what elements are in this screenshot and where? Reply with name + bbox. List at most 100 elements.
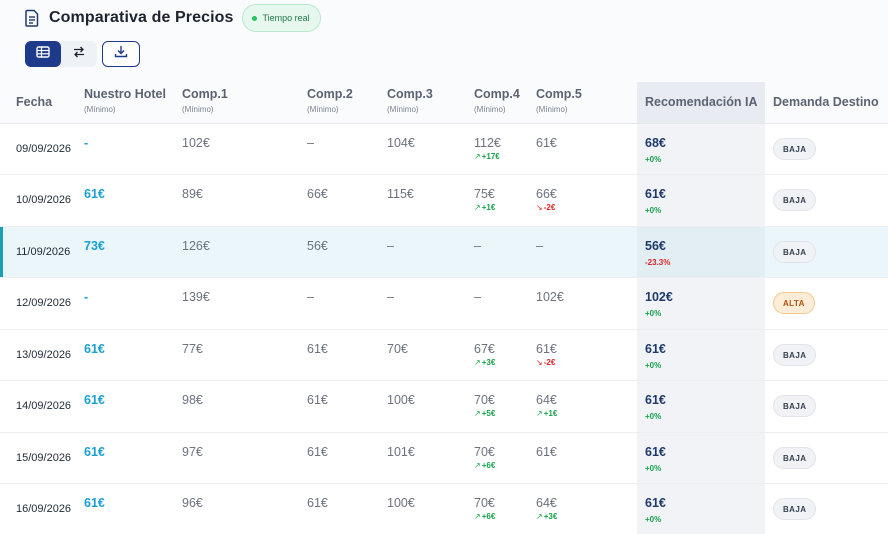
trend-up-icon: ↗ bbox=[474, 512, 481, 521]
col-header-comp3-sub: (Mínimo) bbox=[387, 105, 419, 114]
cell-comp4: 70€ ↗+5€ bbox=[474, 380, 536, 433]
cell-fecha: 09/09/2026 bbox=[0, 123, 84, 175]
price-delta-value: +17€ bbox=[481, 151, 500, 161]
price-delta: ↗+5€ bbox=[474, 409, 536, 418]
price-delta: ↗+6€ bbox=[474, 461, 536, 470]
cell-comp4: 67€ ↗+3€ bbox=[474, 329, 536, 381]
cell-comp5: 66€ ↘-2€ bbox=[536, 174, 637, 227]
table-row[interactable]: 09/09/2026-102€ –104€ 112€ ↗+17€ 61€ 68€ +0% BA… bbox=[0, 123, 888, 175]
cell-comp4: 112€ ↗+17€ bbox=[474, 123, 536, 175]
cell-hotel-price: - bbox=[84, 123, 182, 175]
cell-recomendacion: 102€ +0% bbox=[637, 277, 765, 330]
col-header-comp2[interactable]: Comp.2 (Mínimo) bbox=[307, 82, 387, 124]
title-row: Comparativa de Precios Tiempo real bbox=[24, 4, 321, 32]
trend-up-icon: ↗ bbox=[474, 460, 481, 470]
cell-fecha: 10/09/2026 bbox=[0, 174, 84, 227]
cell-price: 70€ bbox=[474, 393, 495, 407]
cell-recomendacion: 61€ +0% bbox=[637, 174, 765, 227]
cell-recomendacion: 61€ +0% bbox=[637, 432, 765, 484]
col-header-hotel-sub: (Mínimo) bbox=[84, 105, 116, 114]
cell-fecha: 14/09/2026 bbox=[0, 380, 84, 433]
cell-comp5: 64€ ↗+1€ bbox=[536, 380, 637, 433]
table-icon bbox=[36, 45, 50, 63]
price-delta-value: +3€ bbox=[481, 357, 496, 367]
cell-comp4: – bbox=[474, 277, 536, 330]
cell-price: – bbox=[474, 238, 481, 253]
cell-comp3-price: 100€ bbox=[387, 380, 474, 433]
trend-up-icon: ↗ bbox=[474, 203, 481, 212]
cell-hotel-price: 61€ bbox=[84, 174, 182, 227]
cell-comp2-price: 66€ bbox=[307, 174, 387, 227]
recommended-change: +0% bbox=[645, 206, 662, 215]
cell-demanda: BAJA bbox=[765, 174, 888, 227]
recommended-price: 61€ bbox=[645, 496, 666, 510]
cell-comp3-price: 70€ bbox=[387, 329, 474, 381]
cell-comp1-price: 89€ bbox=[182, 174, 307, 227]
recommended-change: +0% bbox=[645, 463, 662, 473]
cell-price: 64€ bbox=[536, 393, 557, 407]
col-header-hotel[interactable]: Nuestro Hotel (Mínimo) bbox=[84, 82, 182, 124]
price-delta-value: +5€ bbox=[481, 409, 496, 418]
recommended-price: 61€ bbox=[645, 341, 666, 356]
table-header-row: Fecha Nuestro Hotel (Mínimo) Comp.1 (Mínim… bbox=[0, 82, 888, 124]
demand-badge: ALTA bbox=[773, 292, 815, 315]
cell-comp2-price: – bbox=[307, 277, 387, 330]
cell-fecha: 16/09/2026 bbox=[0, 483, 84, 534]
cell-hotel-price: 61€ bbox=[84, 329, 182, 381]
cell-price: 66€ bbox=[536, 187, 557, 201]
cell-comp3-price: 100€ bbox=[387, 483, 474, 534]
compare-view-button[interactable] bbox=[61, 41, 97, 67]
table-row[interactable]: 13/09/2026 61€ 77€ 61€ 70€ 67€ ↗+3€ 61€ ↘-2€ 61€ +… bbox=[0, 329, 888, 381]
table-row[interactable]: 11/09/2026 73€ 126€ 56€ – – –56€ -23.3% BAJA bbox=[0, 226, 888, 278]
table-view-button[interactable] bbox=[25, 41, 61, 67]
cell-comp1-price: 96€ bbox=[182, 483, 307, 534]
col-header-demanda[interactable]: Demanda Destino bbox=[765, 82, 888, 124]
live-status-badge: Tiempo real bbox=[241, 4, 321, 32]
price-delta: ↗+1€ bbox=[474, 203, 536, 212]
col-header-comp1[interactable]: Comp.1 (Mínimo) bbox=[182, 82, 307, 124]
demand-badge: BAJA bbox=[773, 498, 817, 521]
col-header-comp5[interactable]: Comp.5 (Mínimo) bbox=[536, 82, 637, 124]
demand-badge: BAJA bbox=[773, 395, 817, 418]
col-header-comp3[interactable]: Comp.3 (Mínimo) bbox=[387, 82, 474, 124]
page-header: Comparativa de Precios Tiempo real bbox=[0, 0, 888, 82]
col-header-comp1-sub: (Mínimo) bbox=[182, 105, 214, 114]
cell-fecha: 13/09/2026 bbox=[0, 329, 84, 381]
col-header-comp4[interactable]: Comp.4 (Mínimo) bbox=[474, 82, 536, 124]
cell-demanda: BAJA bbox=[765, 432, 888, 484]
cell-comp2-price: – bbox=[307, 123, 387, 175]
price-comparison-table: Fecha Nuestro Hotel (Mínimo) Comp.1 (Mínim… bbox=[0, 82, 888, 534]
price-delta-value: -2€ bbox=[543, 357, 556, 367]
col-header-comp5-sub: (Mínimo) bbox=[536, 105, 568, 114]
recommended-change: +0% bbox=[645, 412, 662, 421]
table-row[interactable]: 14/09/2026 61€ 98€ 61€ 100€ 70€ ↗+5€ 64€ ↗+1€ 61€… bbox=[0, 380, 888, 433]
table-row[interactable]: 10/09/2026 61€ 89€ 66€ 115€ 75€ ↗+1€ 66€ ↘-2€ 61€… bbox=[0, 174, 888, 227]
download-button[interactable] bbox=[102, 41, 140, 67]
cell-comp4: 70€ ↗+6€ bbox=[474, 432, 536, 484]
col-header-comp4-label: Comp.4 bbox=[474, 87, 520, 101]
col-header-comp2-label: Comp.2 bbox=[307, 87, 353, 101]
cell-hotel-price: 61€ bbox=[84, 380, 182, 433]
trend-up-icon: ↗ bbox=[474, 409, 481, 418]
col-header-recomendacion[interactable]: Recomendación IA bbox=[637, 82, 765, 124]
cell-recomendacion: 68€ +0% bbox=[637, 123, 765, 175]
recommended-change: +0% bbox=[645, 309, 662, 318]
cell-demanda: BAJA bbox=[765, 123, 888, 175]
price-delta-value: +6€ bbox=[481, 512, 496, 521]
cell-comp5: 61€ bbox=[536, 123, 637, 175]
table-row[interactable]: 12/09/2026-139€ – – –102€ 102€ +0% ALTA bbox=[0, 277, 888, 330]
col-header-comp3-label: Comp.3 bbox=[387, 87, 433, 101]
cell-comp4: 70€ ↗+6€ bbox=[474, 483, 536, 534]
table-row[interactable]: 15/09/2026 61€ 97€ 61€ 101€ 70€ ↗+6€ 61€ 61€ +0% B… bbox=[0, 432, 888, 484]
recommended-price: 102€ bbox=[645, 290, 673, 304]
download-icon bbox=[114, 45, 128, 63]
recommended-price: 56€ bbox=[645, 238, 666, 253]
trend-up-icon: ↗ bbox=[536, 512, 543, 521]
cell-comp1-price: 126€ bbox=[182, 226, 307, 278]
cell-comp1-price: 139€ bbox=[182, 277, 307, 330]
col-header-fecha[interactable]: Fecha bbox=[0, 82, 84, 124]
table-row[interactable]: 16/09/2026 61€ 96€ 61€ 100€ 70€ ↗+6€ 64€ ↗+3€ 61€… bbox=[0, 483, 888, 534]
trend-down-icon: ↘ bbox=[536, 357, 543, 367]
col-header-comp4-sub: (Mínimo) bbox=[474, 105, 506, 114]
cell-price: 64€ bbox=[536, 496, 557, 510]
